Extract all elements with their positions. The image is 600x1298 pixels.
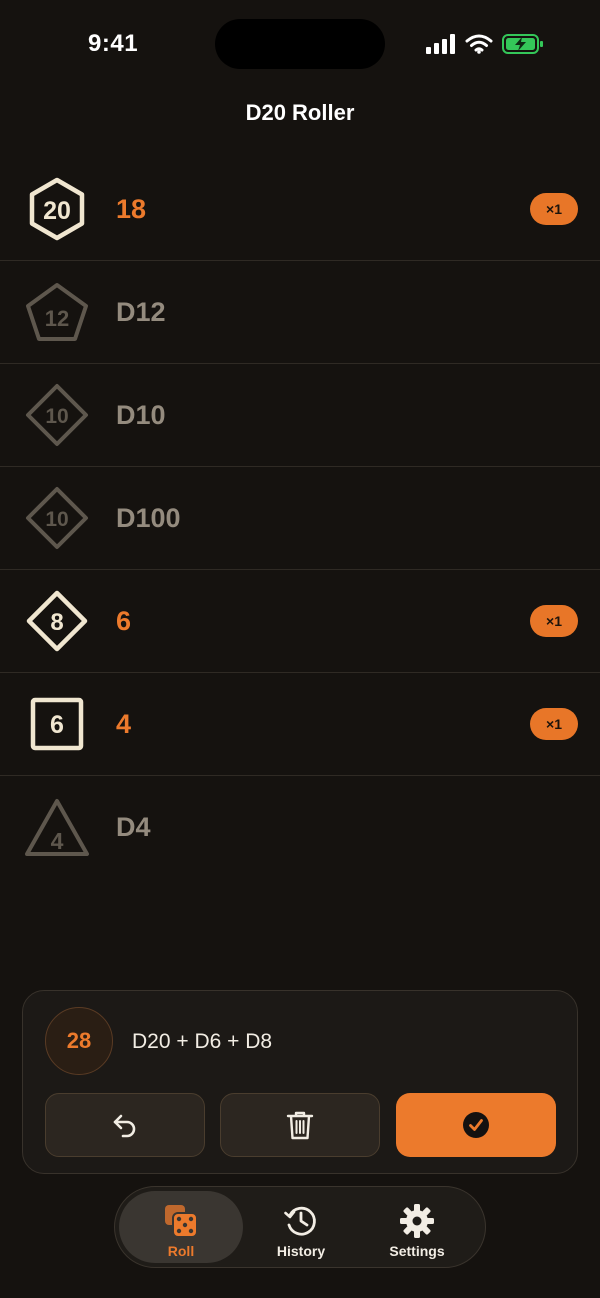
wifi-icon: [465, 34, 493, 54]
die-label-d10: D10: [116, 399, 166, 430]
undo-arrow-icon: [113, 1114, 136, 1138]
d100-diamond-icon: 10: [26, 487, 88, 549]
die-row-d100[interactable]: 10 D100: [0, 467, 600, 570]
die-count-badge-d20[interactable]: ×1: [530, 193, 578, 225]
checkmark-circle-icon: [463, 1112, 489, 1138]
cellular-signal-icon: [426, 34, 455, 54]
tab-settings-label: Settings: [389, 1243, 445, 1259]
svg-text:10: 10: [45, 405, 68, 428]
clear-button[interactable]: [220, 1093, 380, 1157]
die-count-badge-d6[interactable]: ×1: [530, 708, 578, 740]
svg-text:8: 8: [50, 609, 63, 636]
die-result-d8: 6: [116, 605, 132, 636]
roll-formula: D20 + D6 + D8: [132, 1030, 273, 1053]
die-row-d10[interactable]: 10 D10: [0, 364, 600, 467]
trash-icon: [286, 1111, 314, 1140]
die-result-d20: 18: [116, 193, 147, 224]
page-title: D20 Roller: [245, 100, 355, 125]
status-bar: 9:41: [0, 0, 600, 90]
tab-settings[interactable]: Settings: [355, 1191, 479, 1263]
roll-result-panel: 28 D20 + D6 + D8: [22, 990, 578, 1174]
tab-bar: Roll History Settings: [114, 1186, 486, 1268]
die-row-d12[interactable]: 12 D12: [0, 261, 600, 364]
die-row-d20[interactable]: 20 18 ×1: [0, 158, 600, 261]
confirm-roll-button[interactable]: [396, 1093, 556, 1157]
status-icons: [426, 32, 544, 56]
dynamic-island: [215, 19, 385, 69]
svg-text:12: 12: [45, 306, 69, 331]
die-row-d4[interactable]: 4 D4: [0, 776, 600, 879]
d12-pentagon-icon: 12: [26, 283, 88, 341]
d10-diamond-icon: 10: [26, 384, 88, 446]
die-row-d8[interactable]: 8 6 ×1: [0, 570, 600, 673]
die-count-badge-d8[interactable]: ×1: [530, 605, 578, 637]
status-time: 9:41: [88, 30, 139, 57]
die-label-d100: D100: [116, 502, 181, 533]
undo-button[interactable]: [45, 1093, 205, 1157]
die-row-d6[interactable]: 6 4 ×1: [0, 673, 600, 776]
dice-list: 20 18 ×1 12 D12 10 D10 10 D100 8 6 ×1 6 …: [0, 158, 600, 879]
svg-text:10: 10: [45, 508, 68, 531]
svg-text:6: 6: [50, 711, 64, 739]
tab-roll[interactable]: Roll: [119, 1191, 243, 1263]
history-clock-icon: [284, 1206, 316, 1236]
roll-total: 28: [45, 1007, 113, 1075]
d4-triangle-icon: 4: [25, 798, 89, 856]
app-screen: 9:41 D20 Roller 20 18 ×1 12 D12 10 D10 1…: [0, 0, 600, 1298]
d20-hexagon-icon: 20: [29, 177, 85, 241]
die-label-d12: D12: [116, 296, 166, 327]
tab-roll-label: Roll: [167, 1243, 195, 1259]
svg-text:20: 20: [43, 197, 71, 225]
die-label-d4: D4: [116, 812, 151, 842]
battery-charging-icon: [502, 34, 543, 54]
dice-icon: [165, 1205, 198, 1238]
gear-icon: [400, 1204, 434, 1238]
tab-history-label: History: [276, 1243, 326, 1259]
svg-text:4: 4: [51, 828, 64, 854]
d6-square-icon: 6: [30, 697, 84, 751]
tab-history[interactable]: History: [239, 1191, 363, 1263]
d8-diamond-icon: 8: [26, 590, 88, 652]
die-result-d6: 4: [116, 708, 132, 739]
